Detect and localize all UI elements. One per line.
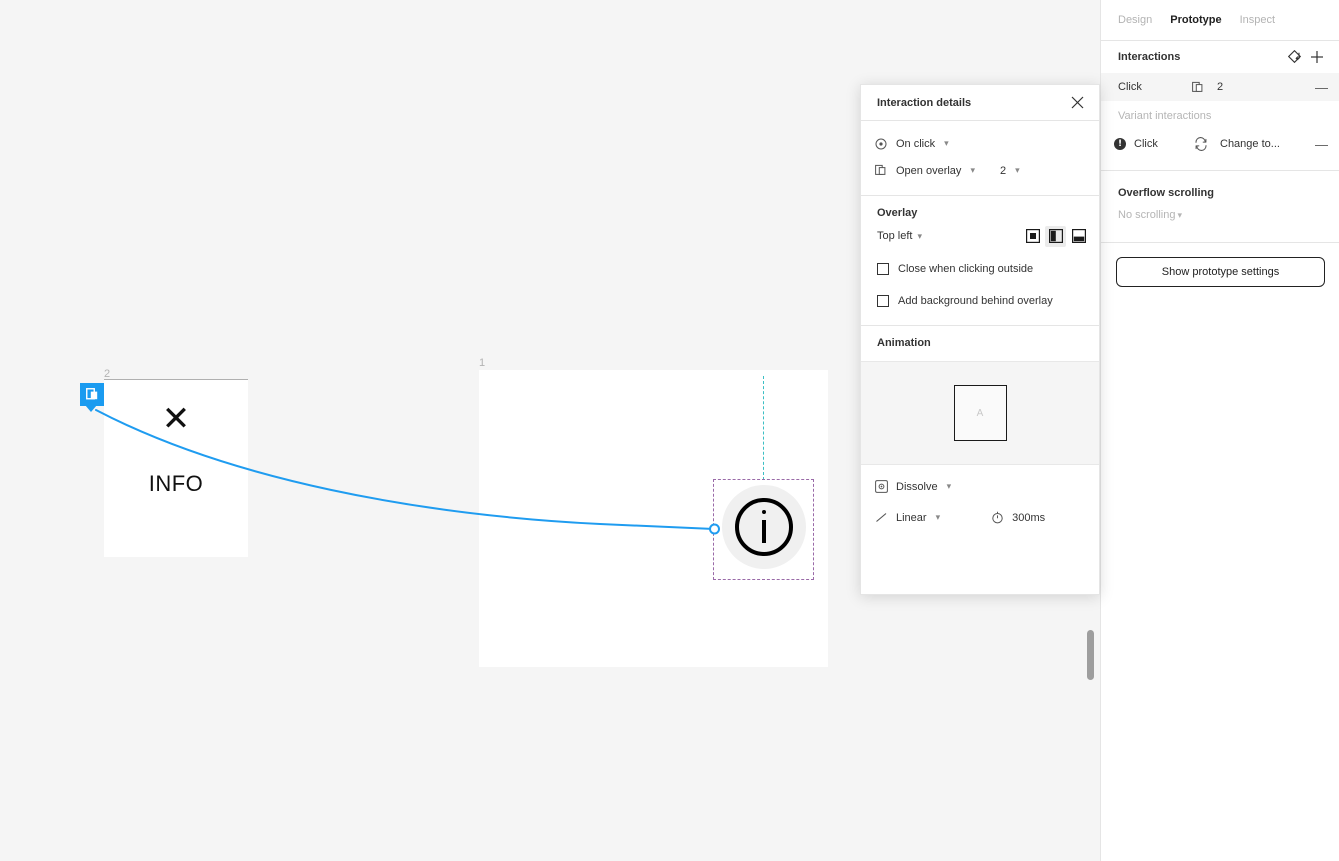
on-click-icon-glyph (875, 138, 887, 149)
tab-prototype[interactable]: Prototype (1170, 14, 1221, 26)
tab-inspect[interactable]: Inspect (1240, 14, 1275, 26)
chevron-down-icon[interactable]: ▾ (970, 165, 975, 176)
overlay-section-title: Overlay (877, 207, 918, 219)
dissolve-icon (873, 479, 889, 495)
trigger-row[interactable]: On click ▾ (873, 130, 1087, 157)
canvas-vertical-scrollbar[interactable] (1087, 630, 1094, 680)
remove-interaction-button[interactable]: — (1315, 81, 1328, 94)
open-overlay-badge-glyph (85, 388, 97, 400)
chevron-down-icon[interactable]: ▾ (944, 138, 949, 149)
swap-variant-icon (1192, 137, 1210, 151)
chevron-down-icon[interactable]: ▾ (918, 231, 923, 242)
overflow-scrolling-row[interactable]: No scrolling ▾ (1101, 199, 1339, 231)
add-background-behind-overlay-row[interactable]: Add background behind overlay (861, 288, 1099, 313)
plus-icon-glyph (1311, 51, 1323, 63)
linear-easing-icon-glyph (875, 513, 886, 522)
interaction-details-header: Interaction details (861, 85, 1099, 121)
show-prototype-settings-button[interactable]: Show prototype settings (1116, 257, 1325, 287)
prototype-settings-container: Show prototype settings (1101, 243, 1339, 287)
interaction-trigger-label: Click (1118, 81, 1142, 93)
figma-prototype-window: 2 ✕ INFO 1 Interaction details On click … (0, 0, 1339, 861)
overlay-position-value[interactable]: Top left ▾ (877, 230, 1022, 242)
overlay-position-buttons (1022, 225, 1089, 247)
animation-type-row[interactable]: Dissolve ▾ (873, 471, 1087, 502)
close-icon[interactable] (1067, 93, 1087, 113)
reset-interactions-icon[interactable] (1284, 46, 1306, 68)
add-background-behind-overlay-label: Add background behind overlay (898, 294, 1053, 307)
close-icon-glyph (1071, 96, 1083, 109)
animation-section: Animation A Dissolve ▾ Linear ▾ 300ms (861, 326, 1099, 543)
open-overlay-icon (1189, 81, 1207, 94)
animation-duration-group[interactable]: 300ms (989, 510, 1045, 526)
open-overlay-icon (873, 163, 889, 179)
remove-variant-interaction-button[interactable]: — (1315, 138, 1328, 151)
info-circle-icon[interactable] (713, 479, 814, 580)
open-overlay-icon-glyph (874, 164, 885, 175)
align-center-icon[interactable] (1022, 226, 1043, 247)
variant-trigger-label: Click (1134, 138, 1158, 150)
animation-preview-letter: A (976, 407, 984, 419)
animation-type-label: Dissolve (896, 480, 938, 493)
chevron-down-icon[interactable]: ▾ (1015, 165, 1020, 176)
variant-interactions-label: Variant interactions (1118, 110, 1212, 122)
chevron-down-icon[interactable]: ▾ (947, 481, 952, 492)
sidebar-tabs: Design Prototype Inspect (1101, 0, 1339, 41)
add-background-behind-overlay-checkbox[interactable] (877, 294, 889, 307)
open-overlay-badge-icon[interactable] (80, 383, 104, 412)
warning-icon: ! (1114, 138, 1126, 150)
interaction-row-click[interactable]: Click 2 — (1101, 73, 1339, 101)
overlay-position-row: Top left ▾ (861, 222, 1099, 250)
frame-2[interactable]: ✕ INFO (104, 379, 248, 557)
trigger-label: On click (896, 137, 936, 150)
close-when-clicking-outside-checkbox[interactable] (877, 262, 889, 275)
animation-duration-value: 300ms (1012, 511, 1046, 524)
animation-easing-row[interactable]: Linear ▾ 300ms (873, 502, 1087, 533)
overlay-section: Overlay Top left ▾ Close when clicking o… (861, 196, 1099, 326)
overflow-scrolling-value: No scrolling (1118, 209, 1176, 221)
align-bottom-half-glyph (1071, 229, 1086, 243)
on-click-icon (873, 136, 889, 152)
animation-section-title: Animation (877, 337, 931, 349)
interaction-destination: 2 (1217, 81, 1224, 93)
interactions-header: Interactions (1101, 41, 1339, 73)
interaction-details-title: Interaction details (877, 96, 972, 109)
frame-2-close-glyph: ✕ (161, 399, 191, 439)
variant-interaction-row-click[interactable]: ! Click Change to... — (1101, 131, 1339, 157)
frame-2-info-text: INFO (148, 471, 204, 496)
action-destination: 2 (999, 164, 1007, 177)
interactions-title: Interactions (1118, 51, 1181, 63)
overflow-scrolling-title: Overflow scrolling (1118, 187, 1214, 199)
close-when-clicking-outside-label: Close when clicking outside (898, 262, 1034, 275)
reset-interactions-glyph (1287, 49, 1301, 63)
align-left-half-icon[interactable] (1045, 225, 1066, 247)
swap-variant-glyph (1195, 137, 1207, 151)
stopwatch-icon (989, 510, 1005, 526)
tab-design[interactable]: Design (1118, 14, 1152, 26)
animation-controls: Dissolve ▾ Linear ▾ 300ms (861, 465, 1099, 543)
chevron-down-icon[interactable]: ▾ (1177, 210, 1182, 221)
open-overlay-icon-glyph (1191, 81, 1202, 92)
action-label: Open overlay (896, 164, 962, 177)
action-row[interactable]: Open overlay ▾ 2 ▾ (873, 157, 1087, 184)
align-left-half-glyph (1048, 229, 1063, 243)
stopwatch-icon-glyph (991, 511, 1003, 524)
animation-easing-label: Linear (896, 511, 927, 524)
alignment-guide-vertical (763, 376, 764, 480)
align-bottom-half-icon[interactable] (1068, 226, 1089, 247)
linear-easing-icon (873, 510, 889, 526)
trigger-action-section: On click ▾ Open overlay ▾ 2 ▾ (861, 121, 1099, 196)
animation-preview: A (861, 361, 1099, 465)
info-icon-glyph (735, 498, 793, 556)
overlay-position-text: Top left (877, 230, 913, 242)
align-center-glyph (1025, 229, 1040, 243)
animation-preview-box: A (953, 385, 1007, 441)
right-sidebar: Design Prototype Inspect Interactions Cl… (1100, 0, 1339, 861)
plus-icon[interactable] (1306, 46, 1328, 68)
close-when-clicking-outside-row[interactable]: Close when clicking outside (861, 256, 1099, 281)
variant-destination: Change to... (1220, 138, 1280, 150)
chevron-down-icon[interactable]: ▾ (936, 512, 941, 523)
frame-label-1[interactable]: 1 (479, 357, 485, 369)
dissolve-icon-glyph (874, 480, 888, 493)
interaction-details-popover: Interaction details On click ▾ Open over… (860, 84, 1100, 595)
